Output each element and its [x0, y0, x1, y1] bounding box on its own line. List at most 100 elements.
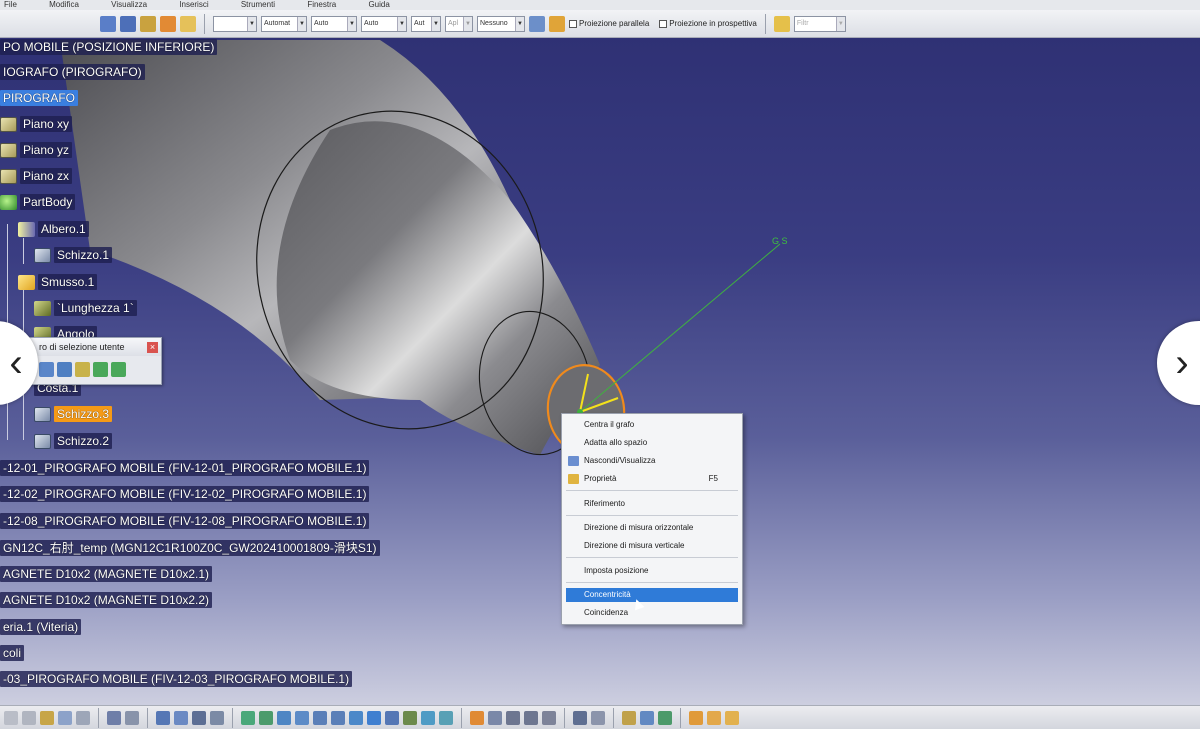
- point-combo[interactable]: Aut ▼: [411, 15, 441, 32]
- fit-all-icon[interactable]: [259, 710, 273, 725]
- tree-node-product[interactable]: -03_PIROGRAFO MOBILE (FIV-12-03_PIROGRAF…: [0, 670, 353, 688]
- close-icon[interactable]: ×: [147, 342, 158, 353]
- iso-view-icon[interactable]: [385, 710, 399, 725]
- tree-node-product[interactable]: -12-08_PIROGRAFO MOBILE (FIV-12-08_PIROG…: [0, 512, 370, 530]
- layer-icon[interactable]: [529, 15, 545, 32]
- tree-node-product[interactable]: eria.1 (Viteria): [0, 618, 82, 636]
- table-icon[interactable]: [506, 710, 520, 725]
- clash-icon[interactable]: [725, 710, 739, 725]
- menu-item-fit-all[interactable]: Adatta allo spazio: [566, 436, 738, 450]
- axis-icon[interactable]: [210, 710, 224, 725]
- menu-item-reference[interactable]: Riferimento: [566, 497, 738, 511]
- tree-node[interactable]: IOGRAFO (PIROGRAFO): [0, 63, 145, 81]
- menu-item-set-position[interactable]: Imposta posizione: [566, 564, 738, 578]
- tree-node-sketch-1[interactable]: Schizzo.1: [34, 246, 113, 264]
- part-icon[interactable]: [40, 710, 54, 725]
- assembly-icon[interactable]: [640, 710, 654, 725]
- inertia-icon[interactable]: [174, 710, 188, 725]
- tree-node-plane-zx[interactable]: Piano zx: [0, 167, 73, 185]
- dimension-icon[interactable]: [180, 15, 196, 32]
- zoom-in-icon[interactable]: [313, 710, 327, 725]
- menu-edit[interactable]: Modifica: [49, 0, 79, 9]
- hide-show-toolbar-icon[interactable]: [421, 710, 435, 725]
- shading-icon[interactable]: [403, 710, 417, 725]
- menu-item-coincidence[interactable]: Coincidenza: [566, 606, 738, 620]
- explode-icon[interactable]: [707, 710, 721, 725]
- zoom-filter-icon[interactable]: [93, 362, 108, 377]
- tree-node-product[interactable]: GN12C_右肘_temp (MGN12C1R100Z0C_GW20241000…: [0, 539, 380, 557]
- tree-node-sketch-2[interactable]: Schizzo.2: [34, 432, 113, 450]
- undo-icon[interactable]: [22, 710, 36, 725]
- product-icon[interactable]: [622, 710, 636, 725]
- tree-node-length-param[interactable]: `Lunghezza 1`: [34, 299, 137, 317]
- tree-node-product[interactable]: AGNETE D10x2 (MAGNETE D10x2.1): [0, 565, 213, 583]
- menu-insert[interactable]: Inserisci: [179, 0, 208, 9]
- constraint-icon[interactable]: [160, 15, 176, 32]
- menu-item-hide-show[interactable]: Nascondi/Visualizza: [566, 454, 738, 468]
- table-2-icon[interactable]: [524, 710, 538, 725]
- snap-icon[interactable]: [140, 15, 156, 32]
- comment-icon[interactable]: [125, 710, 139, 725]
- help-icon[interactable]: [76, 710, 90, 725]
- analysis-icon[interactable]: [192, 710, 206, 725]
- tree-node-chamfer[interactable]: Smusso.1: [18, 273, 98, 291]
- zoom-out-icon[interactable]: [331, 710, 345, 725]
- weight-combo[interactable]: Auto ▼: [311, 15, 357, 32]
- menu-item-properties[interactable]: Proprietà F5: [566, 472, 738, 486]
- component-icon[interactable]: [658, 710, 672, 725]
- menu-file[interactable]: File: [4, 0, 17, 9]
- fly-icon[interactable]: [241, 710, 255, 725]
- pointer-icon[interactable]: [591, 710, 605, 725]
- snap-tool-icon[interactable]: [573, 710, 587, 725]
- zoom-out-filter-icon[interactable]: [111, 362, 126, 377]
- tree-node-partbody[interactable]: PartBody: [0, 193, 76, 211]
- grid-icon[interactable]: [100, 15, 116, 32]
- tree-node-product[interactable]: coli: [0, 644, 25, 662]
- color-combo[interactable]: Automat ▼: [261, 15, 307, 32]
- multi-view-icon[interactable]: [367, 710, 381, 725]
- redo-icon[interactable]: [58, 710, 72, 725]
- menu-item-concentricity[interactable]: Concentricità: [566, 588, 738, 602]
- apl-combo[interactable]: Apl ▼: [445, 15, 473, 32]
- perspective-projection-checkbox[interactable]: Proiezione in prospettiva: [659, 19, 757, 28]
- menu-item-center-graph[interactable]: Centra il grafo: [566, 418, 738, 432]
- rotate-icon[interactable]: [295, 710, 309, 725]
- 3d-viewport[interactable]: G S File Modifica Visualizza Inserisci S…: [0, 0, 1200, 729]
- folder-icon[interactable]: [773, 15, 790, 32]
- normal-view-icon[interactable]: [349, 710, 363, 725]
- menu-help[interactable]: Guida: [368, 0, 389, 9]
- grid-2-icon[interactable]: [120, 15, 136, 32]
- fix-icon[interactable]: [488, 710, 502, 725]
- tree-node-sketch-3[interactable]: Schizzo.3: [34, 405, 113, 423]
- filter-combo[interactable]: Filtr ▼: [793, 15, 846, 32]
- tree-node-shaft[interactable]: Albero.1: [18, 220, 89, 238]
- tree-node-product[interactable]: -12-02_PIROGRAFO MOBILE (FIV-12-02_PIROG…: [0, 485, 370, 503]
- arc-filter-icon[interactable]: [57, 362, 72, 377]
- menu-window[interactable]: Finestra: [307, 0, 336, 9]
- menu-view[interactable]: Visualizza: [111, 0, 147, 9]
- layer-combo[interactable]: Nessuno ▼: [477, 15, 525, 32]
- paint-icon[interactable]: [549, 15, 565, 32]
- swap-visible-icon[interactable]: [439, 710, 453, 725]
- linetype-combo[interactable]: Auto ▼: [361, 15, 407, 32]
- constraint-tool-icon[interactable]: [470, 710, 484, 725]
- catalog-icon[interactable]: [542, 710, 556, 725]
- tree-node[interactable]: PO MOBILE (POSIZIONE INFERIORE): [0, 38, 218, 56]
- sketch-tool-icon[interactable]: [4, 710, 18, 725]
- manipulate-icon[interactable]: [689, 710, 703, 725]
- menu-item-vertical-measure[interactable]: Direzione di misura verticale: [566, 539, 738, 553]
- tree-node-product[interactable]: -12-01_PIROGRAFO MOBILE (FIV-12-01_PIROG…: [0, 459, 370, 477]
- formula-icon[interactable]: [107, 710, 121, 725]
- menu-tools[interactable]: Strumenti: [241, 0, 275, 9]
- line-type-combo[interactable]: ▼: [213, 15, 257, 32]
- curve-filter-icon[interactable]: [39, 362, 54, 377]
- surface-filter-icon[interactable]: [75, 362, 90, 377]
- measure-icon[interactable]: [156, 710, 170, 725]
- parallel-projection-checkbox[interactable]: Proiezione parallela: [569, 19, 649, 28]
- tree-node-plane-yz[interactable]: Piano yz: [0, 141, 73, 159]
- menu-item-horizontal-measure[interactable]: Direzione di misura orizzontale: [566, 521, 738, 535]
- tree-node-plane-xy[interactable]: Piano xy: [0, 115, 73, 133]
- tree-node-pirografo[interactable]: PIROGRAFO: [0, 89, 79, 107]
- tree-node-product[interactable]: AGNETE D10x2 (MAGNETE D10x2.2): [0, 591, 213, 609]
- pan-icon[interactable]: [277, 710, 291, 725]
